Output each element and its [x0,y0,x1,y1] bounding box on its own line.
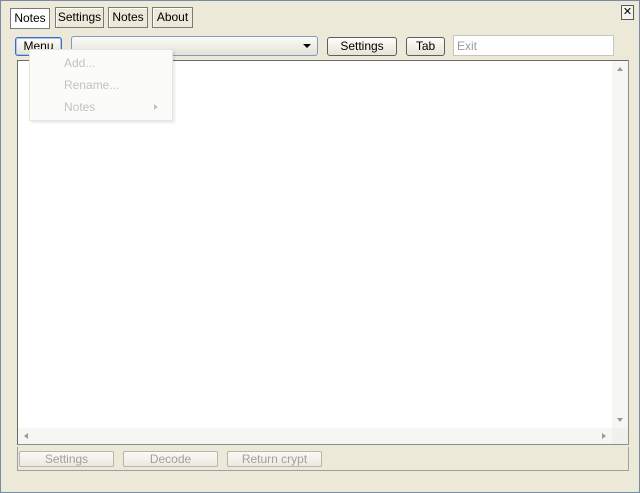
exit-input[interactable] [453,35,614,56]
settings-button[interactable]: Settings [327,37,397,56]
menu-item-notes: Notes [64,100,96,114]
horizontal-scrollbar[interactable] [18,428,612,444]
scroll-down-icon[interactable] [617,418,623,422]
menu-item-notes-row[interactable]: Notes [30,100,170,114]
scroll-left-icon[interactable] [24,433,28,439]
tab-settings[interactable]: Settings [55,7,104,28]
close-icon[interactable]: ✕ [621,5,634,20]
tab-notes[interactable]: Notes [10,8,50,29]
chevron-down-icon[interactable] [303,44,311,48]
scrollbar-corner [612,428,628,444]
submenu-arrow-icon [154,104,158,110]
return-crypt-button[interactable]: Return crypt [227,451,322,467]
tab-about[interactable]: About [152,7,193,28]
bottom-settings-button[interactable]: Settings [19,451,114,467]
menu-item-add[interactable]: Add... [64,56,95,70]
tab-button[interactable]: Tab [406,37,445,56]
tab-notes-2[interactable]: Notes [108,7,148,28]
scroll-up-icon[interactable] [617,67,623,71]
menu-item-rename[interactable]: Rename... [64,78,119,92]
vertical-scrollbar[interactable] [612,61,628,428]
decode-button[interactable]: Decode [123,451,218,467]
scroll-right-icon[interactable] [602,433,606,439]
menu-dropdown: Add... Rename... Notes [29,49,173,121]
